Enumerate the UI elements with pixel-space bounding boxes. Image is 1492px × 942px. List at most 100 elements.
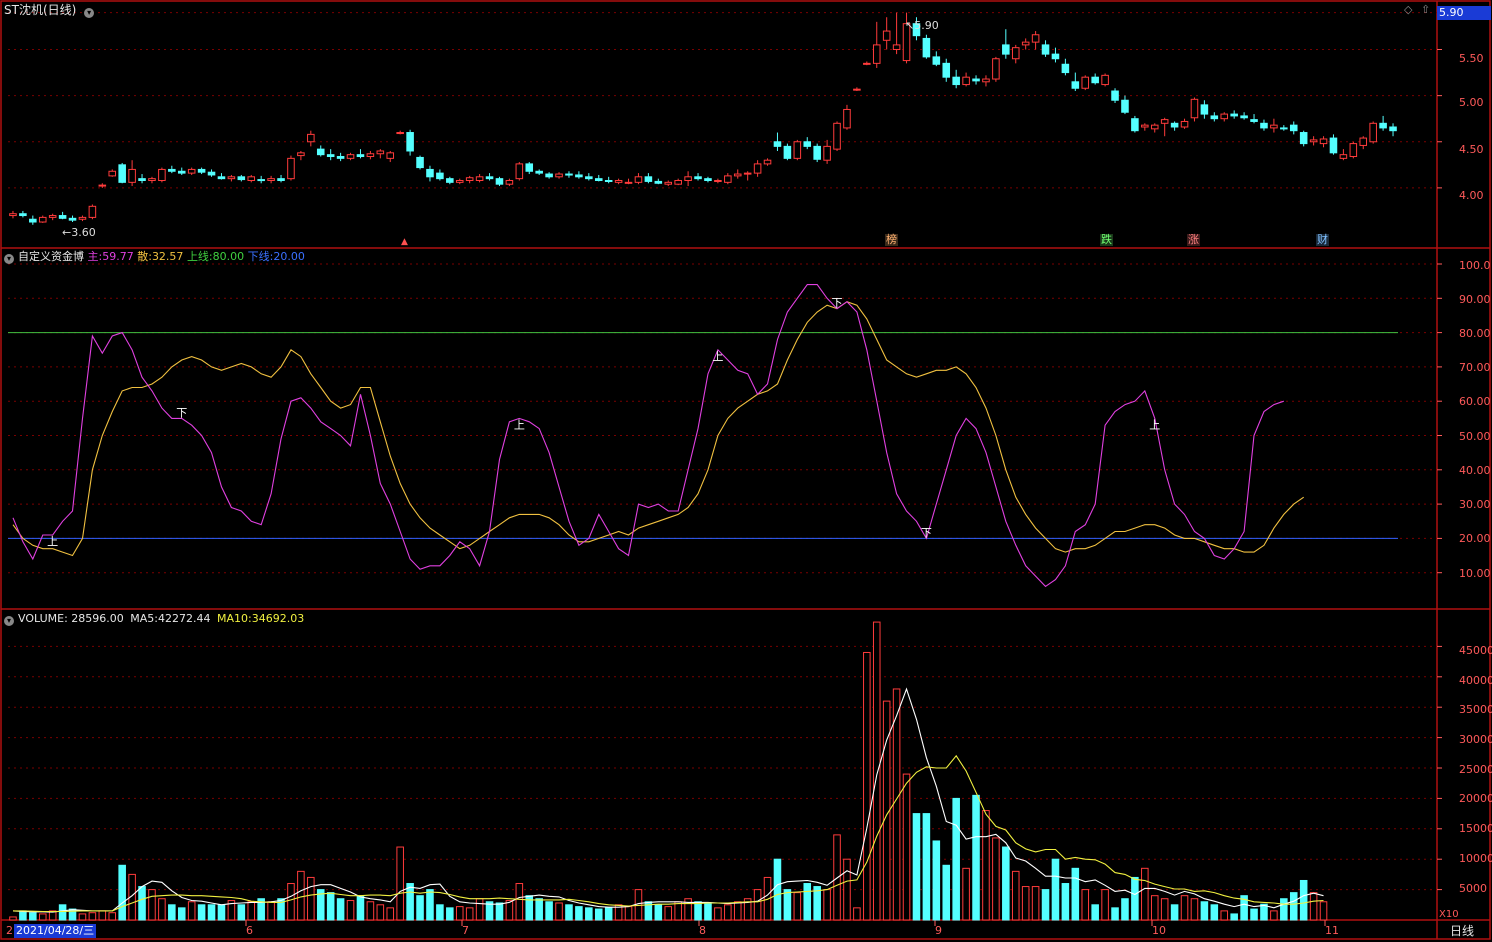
dropdown-icon[interactable]: ▾	[84, 8, 95, 18]
candle-body	[257, 179, 265, 182]
candle-body	[853, 88, 861, 91]
candle-body	[297, 152, 305, 157]
volume-tick: 10000	[1459, 852, 1492, 865]
candle-body	[952, 76, 960, 86]
indicator-tick: 70.00	[1459, 361, 1491, 374]
candle-body	[287, 157, 295, 180]
scale-label: X10	[1439, 909, 1459, 920]
volume-tick: 5000	[1459, 882, 1487, 895]
candle-body	[1280, 127, 1288, 130]
candle-body	[594, 178, 603, 181]
candle-body	[1131, 118, 1139, 132]
volume-bar	[1289, 892, 1298, 921]
volume-bar	[217, 904, 226, 921]
high-price-value: 5.90	[914, 19, 939, 32]
candle-body	[386, 152, 395, 159]
candle-body	[604, 179, 613, 182]
volume-bar	[1051, 858, 1060, 921]
volume-bar	[753, 889, 762, 921]
volume-bar	[545, 901, 553, 921]
candle-body	[565, 173, 573, 176]
volume-bar	[78, 913, 87, 921]
volume-bar	[247, 901, 256, 921]
volume-bar	[783, 889, 792, 921]
indicator-dropdown-icon[interactable]: ▾	[4, 254, 14, 264]
event-marker-cai[interactable]: 财	[1316, 234, 1329, 246]
candle-body	[1389, 126, 1397, 132]
candle-body	[1081, 76, 1090, 89]
candle-body	[336, 156, 345, 159]
candle-body	[704, 178, 712, 181]
volume-bar	[594, 908, 603, 921]
candle-body	[763, 159, 772, 165]
month-label-6: 6	[246, 924, 253, 937]
volume-bar	[1061, 883, 1070, 921]
indicator-tick: 10.00	[1459, 567, 1491, 580]
volume-bar	[376, 904, 385, 921]
candle-body	[207, 171, 216, 176]
candle-body	[177, 170, 186, 174]
low-price-marker: ←3.60	[62, 226, 96, 239]
volume-tick: 20000	[1459, 792, 1492, 805]
candle-body	[108, 170, 117, 177]
candle-body	[515, 163, 524, 180]
high-price-marker: ↖5.90	[905, 19, 939, 32]
volume-bar	[297, 870, 305, 921]
candle-body	[426, 168, 434, 178]
volume-bar	[158, 898, 166, 921]
volume-bar	[1200, 901, 1209, 921]
volume-bar	[585, 907, 593, 921]
volume-tick: 40000	[1459, 674, 1492, 687]
volume-bar	[88, 912, 97, 921]
candle-body	[1160, 119, 1169, 124]
low-price-value: 3.60	[71, 226, 96, 239]
volume-bar	[1220, 910, 1229, 921]
volume-bar	[1141, 867, 1149, 921]
volume-bar	[803, 883, 812, 921]
candle-body	[48, 215, 57, 218]
candle-body	[575, 174, 583, 178]
candle-body	[1319, 138, 1328, 145]
toolbar-up-icon[interactable]: ⇧	[1421, 4, 1430, 16]
candle-body	[813, 145, 821, 160]
signal-label: 上	[1149, 418, 1160, 431]
period-label[interactable]: 日线	[1450, 924, 1474, 938]
candle-body	[694, 176, 702, 180]
volume-bar	[972, 794, 980, 921]
candle-body	[932, 56, 941, 65]
candle-body	[882, 30, 891, 41]
candle-body	[237, 176, 246, 181]
volume-bar	[1101, 889, 1109, 921]
volume-bar	[1002, 846, 1010, 921]
candle-body	[1369, 122, 1377, 143]
candle-body	[1170, 122, 1179, 128]
event-marker-zhang[interactable]: 涨	[1187, 234, 1200, 246]
candle-body	[436, 172, 444, 180]
signal-label: 下	[832, 297, 843, 310]
event-marker-bang[interactable]: 榜	[885, 234, 898, 246]
san-value: 32.57	[151, 250, 184, 263]
candle-body	[376, 150, 385, 155]
candle-body	[29, 218, 37, 223]
candle-body	[843, 108, 851, 129]
volume-dropdown-icon[interactable]: ▾	[4, 616, 14, 626]
volume-bar	[207, 904, 216, 921]
volume-label: VOLUME:	[18, 612, 68, 625]
candle-body	[624, 181, 633, 184]
candle-body	[227, 176, 236, 180]
volume-bar	[98, 910, 107, 921]
volume-bar	[38, 913, 47, 921]
up-line-label: 上线:	[186, 250, 213, 263]
volume-bar	[1299, 879, 1308, 921]
san-label: 散:	[137, 250, 152, 263]
volume-tick: 30000	[1459, 733, 1492, 746]
price-tick: 4.50	[1459, 143, 1484, 156]
event-marker-die[interactable]: 跌	[1100, 234, 1113, 246]
diamond-icon[interactable]: ◇	[1404, 4, 1412, 16]
volume-bar	[1011, 870, 1020, 921]
candle-body	[783, 145, 792, 159]
candle-body	[78, 216, 87, 220]
indicator-tick: 40.00	[1459, 464, 1491, 477]
volume-bar	[1091, 904, 1099, 921]
candle-body	[9, 213, 17, 217]
